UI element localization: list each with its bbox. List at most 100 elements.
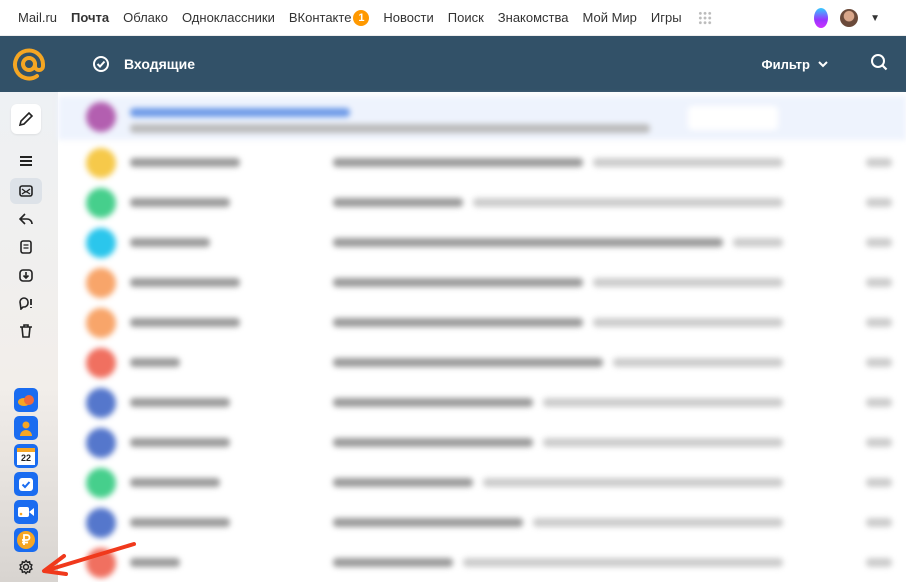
spam-icon[interactable] [10, 290, 42, 316]
apps-grid-icon[interactable] [697, 10, 712, 25]
sender-avatar [86, 428, 116, 458]
email-snippet [533, 518, 783, 527]
email-date [866, 198, 892, 207]
email-subject [333, 558, 453, 567]
money-app-icon[interactable] [14, 528, 38, 552]
menu-icon[interactable] [10, 148, 42, 174]
email-row[interactable] [58, 422, 906, 462]
check-circle-icon[interactable] [92, 55, 110, 73]
email-row[interactable] [58, 182, 906, 222]
email-row[interactable] [58, 502, 906, 542]
email-date [866, 518, 892, 527]
email-subject [333, 278, 583, 287]
email-date [866, 158, 892, 167]
cloud-app-icon[interactable] [14, 388, 38, 412]
nav-search[interactable]: Поиск [448, 10, 484, 25]
caret-down-icon[interactable]: ▼ [870, 13, 880, 24]
email-date [866, 478, 892, 487]
filter-label: Фильтр [761, 56, 810, 72]
email-subject [333, 318, 583, 327]
email-subject [333, 158, 583, 167]
email-row[interactable] [58, 342, 906, 382]
contacts-app-icon[interactable] [14, 416, 38, 440]
nav-oblako[interactable]: Облако [123, 10, 168, 25]
email-snippet [483, 478, 783, 487]
sender-avatar [86, 102, 116, 132]
video-calls-app-icon[interactable] [14, 500, 38, 524]
calendar-app-icon[interactable]: 22 [14, 444, 38, 468]
avatar[interactable] [840, 9, 859, 27]
drafts-icon[interactable] [10, 234, 42, 260]
notification-badge: 1 [353, 9, 370, 26]
mail-header: Входящие Фильтр [0, 36, 906, 92]
trash-icon[interactable] [10, 318, 42, 344]
delete-button[interactable] [688, 106, 778, 130]
email-subject [333, 198, 463, 207]
nav-vk[interactable]: ВКонтакте 1 [288, 9, 370, 26]
email-snippet [543, 438, 783, 447]
sender-avatar [86, 508, 116, 538]
sender-avatar [86, 468, 116, 498]
email-row[interactable] [58, 142, 906, 182]
sent-icon[interactable] [10, 206, 42, 232]
email-list [58, 92, 906, 582]
email-date [866, 558, 892, 567]
tasks-app-icon[interactable] [14, 472, 38, 496]
email-subject [333, 438, 533, 447]
mail-logo[interactable] [0, 47, 58, 81]
sender-name [130, 398, 230, 407]
filter-button[interactable]: Фильтр [761, 57, 828, 72]
sender-name [130, 478, 220, 487]
sender-name [130, 238, 210, 247]
email-snippet [593, 318, 783, 327]
sender-avatar [86, 148, 116, 178]
sender-name [130, 278, 240, 287]
sender-name [130, 358, 180, 367]
email-snippet [463, 558, 783, 567]
nav-moymir[interactable]: Мой Мир [583, 10, 637, 25]
assistant-icon[interactable] [814, 8, 829, 28]
nav-vk-label: ВКонтакте [288, 10, 352, 25]
email-row[interactable] [58, 302, 906, 342]
chevron-down-icon [818, 61, 828, 68]
nav-dating[interactable]: Знакомства [498, 10, 569, 25]
email-snippet [733, 238, 783, 247]
email-snippet [130, 124, 650, 133]
calendar-date: 22 [17, 447, 35, 465]
nav-news[interactable]: Новости [383, 10, 433, 25]
top-navigation: Mail.ru Почта Облако Одноклассники ВКонт… [0, 0, 906, 36]
archive-icon[interactable] [10, 262, 42, 288]
sender-avatar [86, 228, 116, 258]
email-subject [333, 478, 473, 487]
sender-name [130, 518, 230, 527]
sender-avatar [86, 308, 116, 338]
inbox-icon[interactable] [10, 178, 42, 204]
nav-games[interactable]: Игры [651, 10, 682, 25]
email-row[interactable] [58, 542, 906, 582]
nav-ok[interactable]: Одноклассники [182, 10, 275, 25]
email-snippet [593, 278, 783, 287]
email-subject [333, 358, 603, 367]
email-row[interactable] [58, 262, 906, 302]
email-row[interactable] [58, 96, 906, 140]
compose-button[interactable] [11, 104, 41, 134]
email-date [866, 238, 892, 247]
email-row[interactable] [58, 382, 906, 422]
email-subject [333, 518, 523, 527]
email-date [866, 438, 892, 447]
sender-name [130, 438, 230, 447]
nav-pochta[interactable]: Почта [71, 10, 109, 25]
email-date [866, 398, 892, 407]
email-row[interactable] [58, 462, 906, 502]
nav-mailru[interactable]: Mail.ru [18, 10, 57, 25]
sender-avatar [86, 188, 116, 218]
pencil-icon [18, 111, 34, 127]
sender-avatar [86, 268, 116, 298]
email-subject [333, 398, 533, 407]
search-button[interactable] [870, 53, 888, 76]
sender-avatar [86, 348, 116, 378]
sender-name [130, 158, 240, 167]
email-row[interactable] [58, 222, 906, 262]
sender-name [130, 108, 350, 117]
select-all-inbox[interactable]: Входящие [92, 55, 195, 73]
